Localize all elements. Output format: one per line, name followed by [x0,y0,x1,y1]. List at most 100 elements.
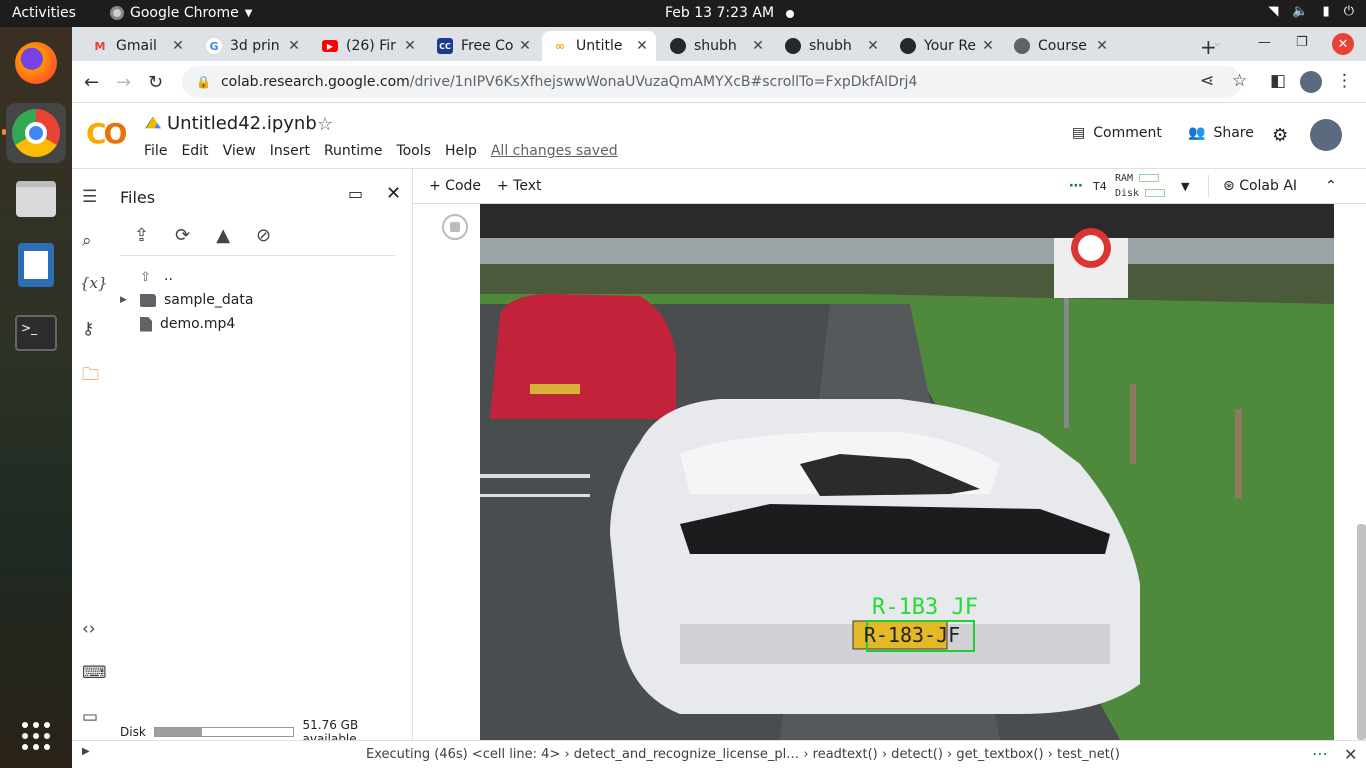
tab-freecode[interactable]: CC Free Co ✕ [427,31,539,61]
colab-icon: ∞ [555,39,565,53]
runtime-status-icon: ⋯ [1069,178,1083,194]
runtime-type[interactable]: T4 [1093,180,1107,193]
tab-github-2[interactable]: shubh ✕ [775,31,887,61]
tab-search[interactable]: G 3d prin ✕ [196,31,308,61]
share-button[interactable]: 👥 Share [1188,125,1254,141]
active-indicator [2,129,6,135]
comment-icon: ▤ [1072,125,1086,141]
lock-icon: 🔒 [196,75,211,89]
close-window-icon[interactable]: ✕ [1332,33,1354,55]
notebook-toolbar: + Code + Text ⋯ T4 RAM Disk ▼ ⊛ Colab AI… [413,169,1366,204]
list-item-updir[interactable]: ⇧ .. [112,264,412,288]
chevron-down-icon[interactable]: ▼ [1181,180,1189,193]
stop-execution-button[interactable] [442,214,468,240]
close-icon[interactable]: ✕ [980,38,996,54]
files-toolbar: ⇪ ⟳ ▲ ⊘ [134,225,271,246]
colab-logo[interactable]: CO [86,117,127,150]
drive-icon [145,116,161,129]
close-status-icon[interactable]: ✕ [1344,745,1357,764]
close-icon[interactable]: ✕ [634,38,650,54]
menu-tools[interactable]: Tools [396,143,431,159]
search-icon[interactable]: ⌕ [82,231,92,251]
close-icon[interactable]: ✕ [402,38,418,54]
add-text-button[interactable]: + Text [497,178,542,194]
menu-view[interactable]: View [223,143,256,159]
power-icon: ⏻ [1343,4,1354,19]
close-icon[interactable]: ✕ [286,38,302,54]
maximize-icon[interactable]: ❐ [1296,35,1308,50]
tab-search-chevron-icon[interactable]: ⌄ [1212,35,1223,50]
user-avatar[interactable] [1310,119,1342,151]
tab-gmail[interactable]: M Gmail ✕ [82,31,192,61]
notebook-filename[interactable]: Untitled42.ipynb [167,113,317,134]
command-palette-icon[interactable]: ⌨ [82,663,107,683]
menu-edit[interactable]: Edit [181,143,208,159]
profile-avatar[interactable] [1300,71,1322,98]
star-icon[interactable]: ☆ [317,114,333,135]
minimize-icon[interactable]: — [1258,35,1271,50]
close-icon[interactable]: ✕ [750,38,766,54]
files-app-icon[interactable] [12,175,60,223]
folder-icon[interactable]: 🗀 [82,362,99,391]
close-icon[interactable]: ✕ [865,38,881,54]
tab-youtube[interactable]: ▶ (26) Fir ✕ [312,31,424,61]
clock[interactable]: Feb 13 7:23 AM [665,5,774,21]
hide-files-icon[interactable]: ⊘ [256,225,271,246]
collapse-chevron-icon[interactable]: ⌃ [1325,178,1337,194]
mount-drive-icon[interactable]: ▲ [216,225,230,246]
close-icon[interactable]: ✕ [1094,38,1110,54]
key-icon[interactable]: ⚷ [82,319,94,339]
upload-icon[interactable]: ⇪ [134,225,149,246]
share-icon[interactable]: ⋖ [1200,71,1214,91]
tab-title: Gmail [116,38,157,54]
tab-course[interactable]: Course ✕ [1004,31,1116,61]
chevron-right-icon[interactable]: ▶ [120,295,127,305]
tab-colab[interactable]: ∞ Untitle ✕ [542,31,656,61]
bookmark-star-icon[interactable]: ☆ [1232,71,1247,91]
address-bar[interactable]: 🔒 colab.research.google.com/drive/1nIPV6… [182,66,1242,98]
app-menu[interactable]: Google Chrome ▼ [110,5,252,21]
open-in-tab-icon[interactable]: ▭ [348,184,363,203]
side-panel-icon[interactable]: ◧ [1270,71,1286,91]
forward-icon[interactable]: → [116,72,131,93]
notebook-title[interactable]: Untitled42.ipynb [145,113,317,134]
menu-help[interactable]: Help [445,143,477,159]
refresh-folder-icon[interactable]: ⟳ [175,225,190,246]
more-dots-icon[interactable]: ⋯ [1312,744,1328,763]
table-of-contents-icon[interactable]: ☰ [82,187,97,207]
resource-monitor[interactable]: RAM Disk [1115,171,1166,201]
system-tray[interactable]: ◥ 🔈 ▮ ⏻ [1268,4,1354,19]
menu-file[interactable]: File [144,143,167,159]
close-icon[interactable]: ✕ [517,38,533,54]
firefox-icon[interactable] [12,39,60,87]
menu-runtime[interactable]: Runtime [324,143,382,159]
colab-ai-button[interactable]: ⊛ Colab AI [1223,178,1297,194]
close-panel-icon[interactable]: ✕ [386,183,401,204]
app-grid-icon[interactable] [12,712,60,760]
text-editor-icon[interactable] [12,241,60,289]
back-icon[interactable]: ← [84,72,99,93]
add-code-button[interactable]: + Code [429,178,481,194]
execution-status[interactable]: Executing (46s) <cell line: 4> › detect_… [366,747,1120,762]
code-snippets-icon[interactable]: ‹› [82,619,96,639]
comment-button[interactable]: ▤ Comment [1072,125,1162,141]
reload-icon[interactable]: ↻ [148,72,163,93]
list-item-file[interactable]: demo.mp4 [112,312,412,336]
tab-github-3[interactable]: Your Re ✕ [890,31,1002,61]
kebab-menu-icon[interactable]: ⋮ [1336,71,1353,91]
colab-ai-label: Colab AI [1239,178,1298,194]
settings-gear-icon[interactable]: ⚙ [1272,125,1288,146]
expand-icon[interactable]: ▶ [82,746,90,757]
tab-github-1[interactable]: shubh ✕ [660,31,772,61]
close-icon[interactable]: ✕ [170,38,186,54]
variables-icon[interactable]: {x} [80,274,108,292]
terminal-panel-icon[interactable]: ▭ [82,707,98,727]
vertical-scrollbar[interactable] [1357,524,1366,740]
save-status[interactable]: All changes saved [491,143,618,159]
menu-insert[interactable]: Insert [270,143,310,159]
globe-icon [1014,38,1030,54]
list-item-folder[interactable]: ▶ sample_data [112,288,412,312]
terminal-icon[interactable]: >_ [12,309,60,357]
activities-button[interactable]: Activities [12,5,76,21]
chrome-icon[interactable] [6,103,66,163]
